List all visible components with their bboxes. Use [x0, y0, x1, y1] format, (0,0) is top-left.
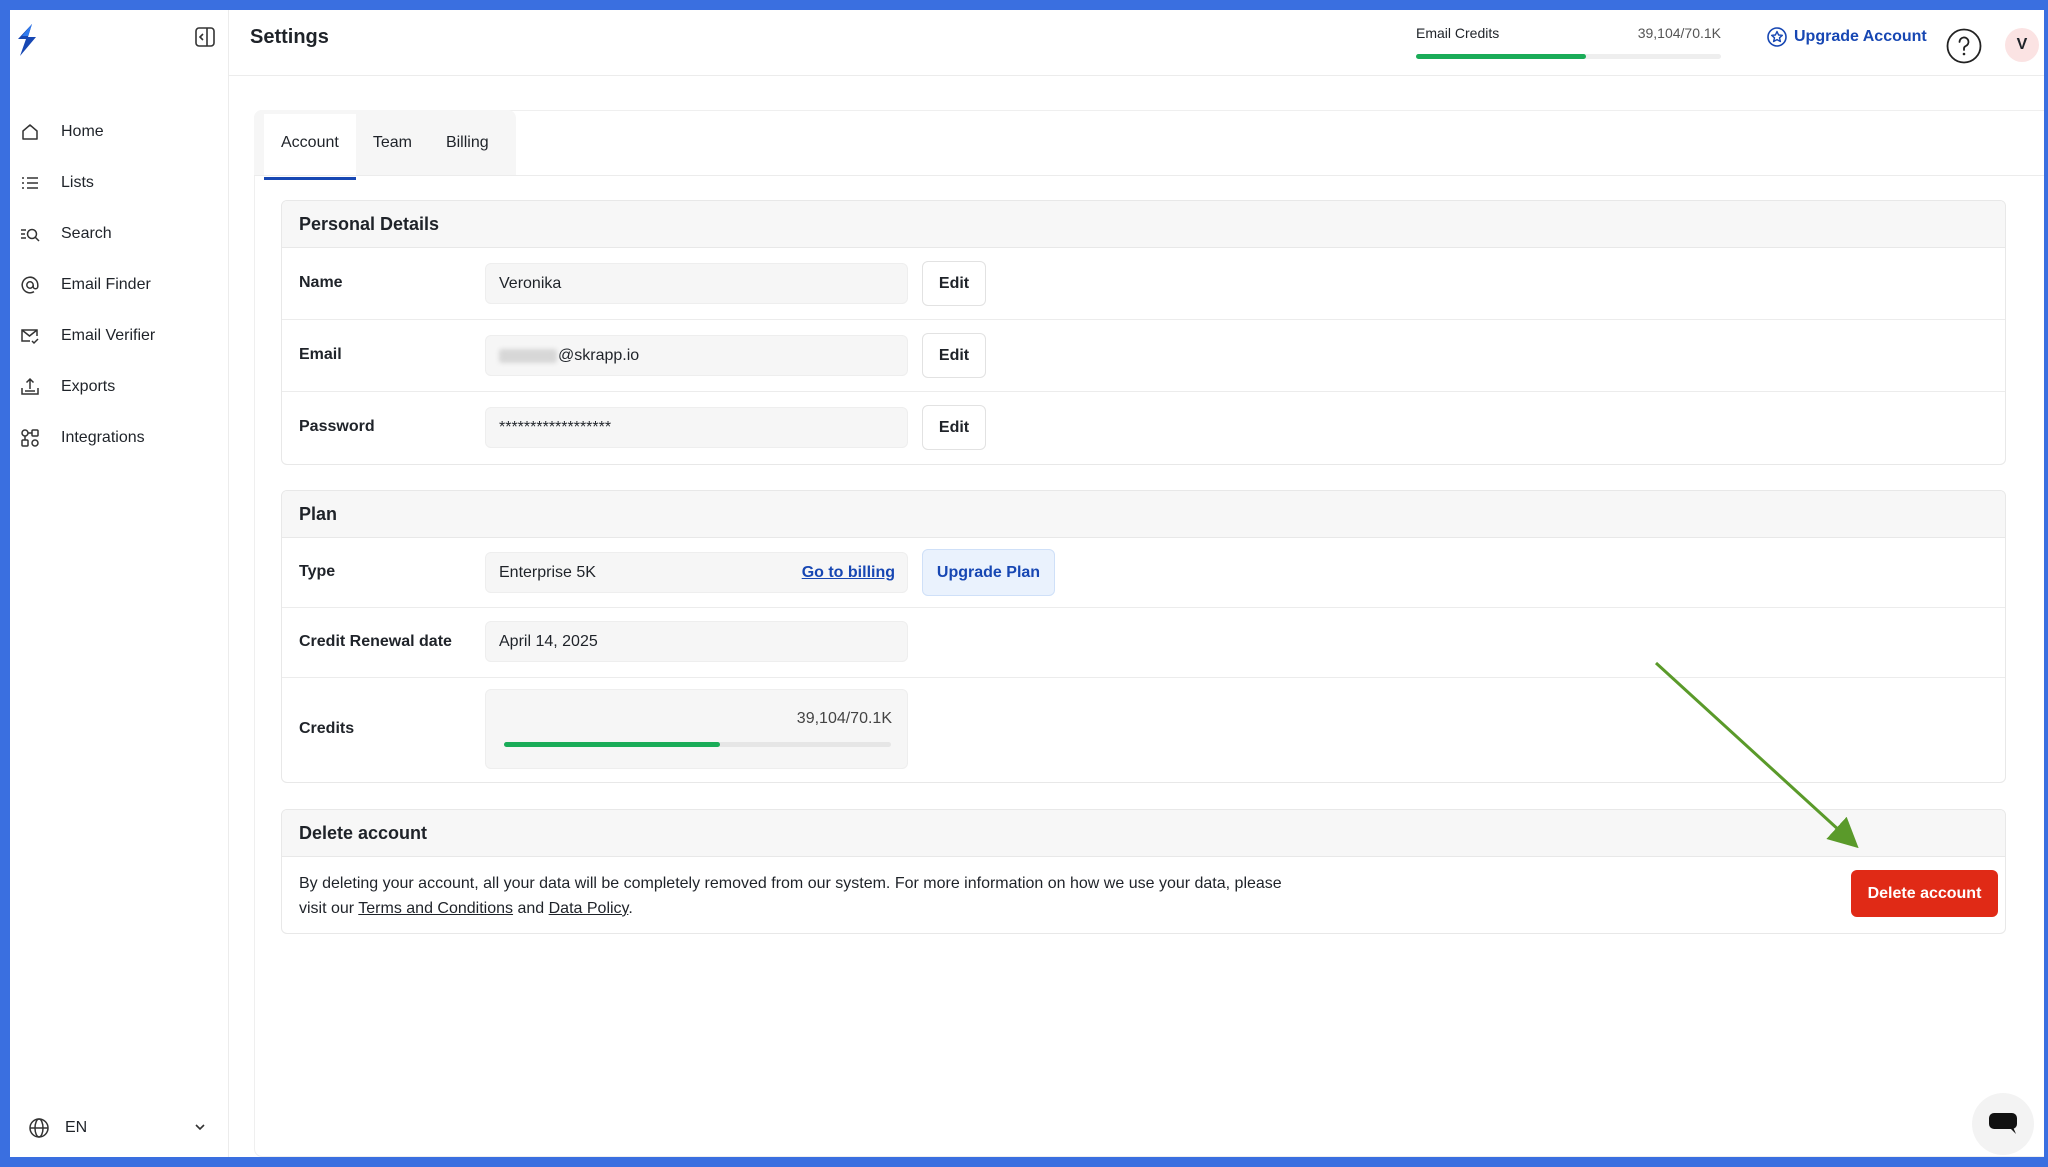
- settings-main: Account Team Billing Personal Details Na…: [229, 77, 2044, 1157]
- language-selector[interactable]: EN: [28, 1113, 208, 1143]
- sidebar-item-label: Home: [61, 122, 104, 140]
- credits-bar: [504, 742, 891, 747]
- credits-row: Credits 39,104/70.1K: [282, 678, 2005, 782]
- edit-name-button[interactable]: Edit: [922, 261, 986, 306]
- renewal-field: April 14, 2025: [485, 621, 908, 662]
- sidebar-item-label: Search: [61, 224, 112, 242]
- sidebar-item-label: Email Finder: [61, 275, 151, 293]
- plan-type-row: Type Enterprise 5K Go to billing Upgrade…: [282, 538, 2005, 608]
- upgrade-account-button[interactable]: Upgrade Account: [1766, 26, 1927, 48]
- sidebar-item-integrations[interactable]: Integrations: [10, 412, 229, 463]
- sidebar-item-email-finder[interactable]: Email Finder: [10, 259, 229, 310]
- plan-type-value: Enterprise 5K: [499, 564, 596, 581]
- list-icon: [19, 172, 41, 194]
- credits-meter: 39,104/70.1K: [485, 689, 908, 769]
- credits-value: 39,104/70.1K: [796, 710, 892, 727]
- upgrade-star-icon: [1767, 27, 1787, 47]
- tab-billing[interactable]: Billing: [429, 114, 506, 180]
- edit-password-button[interactable]: Edit: [922, 405, 986, 450]
- delete-account-description: By deleting your account, all your data …: [299, 871, 1309, 921]
- at-icon: [19, 274, 41, 296]
- help-icon[interactable]: [1946, 28, 1982, 64]
- delete-account-button[interactable]: Delete account: [1851, 870, 1998, 917]
- sidebar-item-label: Exports: [61, 377, 116, 395]
- home-icon: [19, 121, 41, 143]
- password-field: ******************: [485, 407, 908, 448]
- sidebar-item-label: Integrations: [61, 428, 145, 446]
- settings-tabs: Account Team Billing: [254, 110, 516, 180]
- delete-account-title: Delete account: [282, 810, 2005, 857]
- renewal-row: Credit Renewal date April 14, 2025: [282, 608, 2005, 678]
- name-row: Name Veronika Edit: [282, 248, 2005, 320]
- email-credits-bar-fill: [1416, 54, 1587, 59]
- chat-icon: [1989, 1113, 2017, 1134]
- chat-widget-button[interactable]: [1972, 1093, 2034, 1155]
- go-to-billing-link[interactable]: Go to billing: [802, 553, 895, 592]
- sidebar-item-label: Lists: [61, 173, 94, 191]
- email-credits-meter: Email Credits 39,104/70.1K: [1416, 25, 1721, 59]
- renewal-label: Credit Renewal date: [299, 633, 452, 650]
- email-row: Email @skrapp.io Edit: [282, 320, 2005, 392]
- sidebar-item-email-verifier[interactable]: Email Verifier: [10, 310, 229, 361]
- upgrade-plan-button[interactable]: Upgrade Plan: [922, 549, 1055, 596]
- export-icon: [19, 376, 41, 398]
- plan-section: Plan Type Enterprise 5K Go to billing Up…: [281, 490, 2006, 783]
- search-list-icon: [19, 223, 41, 245]
- edit-email-button[interactable]: Edit: [922, 333, 986, 378]
- sidebar-collapse-icon[interactable]: [193, 25, 217, 49]
- password-label: Password: [299, 418, 375, 435]
- name-field: Veronika: [485, 263, 908, 304]
- page-title: Settings: [250, 26, 329, 48]
- delete-text-after: .: [628, 900, 633, 917]
- upgrade-account-label: Upgrade Account: [1794, 28, 1927, 45]
- email-credits-value: 39,104/70.1K: [1637, 25, 1721, 41]
- terms-link[interactable]: Terms and Conditions: [358, 900, 513, 917]
- app-window: Home Lists Search Email Finder Email Ver…: [10, 10, 2044, 1157]
- email-domain: @skrapp.io: [558, 347, 640, 364]
- delete-account-section: Delete account By deleting your account,…: [281, 809, 2006, 934]
- credits-bar-fill: [504, 742, 720, 747]
- tabs-divider: [254, 175, 2044, 176]
- password-row: Password ****************** Edit: [282, 392, 2005, 464]
- name-label: Name: [299, 274, 343, 291]
- avatar[interactable]: V: [2005, 28, 2039, 62]
- credits-label: Credits: [299, 720, 355, 737]
- sidebar-item-exports[interactable]: Exports: [10, 361, 229, 412]
- email-field: @skrapp.io: [485, 335, 908, 376]
- globe-icon: [29, 1118, 49, 1138]
- plan-title: Plan: [282, 491, 2005, 538]
- sidebar: Home Lists Search Email Finder Email Ver…: [10, 10, 229, 1157]
- delete-text-and: and: [513, 900, 549, 917]
- data-policy-link[interactable]: Data Policy: [549, 900, 629, 917]
- delete-account-row: By deleting your account, all your data …: [282, 857, 2005, 933]
- plan-type-label: Type: [299, 563, 336, 580]
- sidebar-item-lists[interactable]: Lists: [10, 157, 229, 208]
- sidebar-item-search[interactable]: Search: [10, 208, 229, 259]
- language-label: EN: [65, 1119, 88, 1136]
- sidebar-item-home[interactable]: Home: [10, 106, 229, 157]
- skrapp-logo-icon[interactable]: [12, 22, 42, 58]
- sidebar-item-label: Email Verifier: [61, 326, 156, 344]
- top-bar: Settings Email Credits 39,104/70.1K Upgr…: [229, 10, 2044, 76]
- tab-team[interactable]: Team: [356, 114, 429, 180]
- chevron-down-icon: [195, 1124, 205, 1131]
- tab-account[interactable]: Account: [264, 114, 356, 180]
- personal-details-section: Personal Details Name Veronika Edit Emai…: [281, 200, 2006, 465]
- email-redaction: [499, 348, 557, 363]
- plan-type-field: Enterprise 5K Go to billing: [485, 552, 908, 593]
- email-credits-bar: [1416, 54, 1721, 59]
- personal-details-title: Personal Details: [282, 201, 2005, 248]
- sidebar-nav: Home Lists Search Email Finder Email Ver…: [10, 106, 229, 463]
- email-label: Email: [299, 346, 342, 363]
- integrations-icon: [19, 427, 41, 449]
- mail-check-icon: [19, 325, 41, 347]
